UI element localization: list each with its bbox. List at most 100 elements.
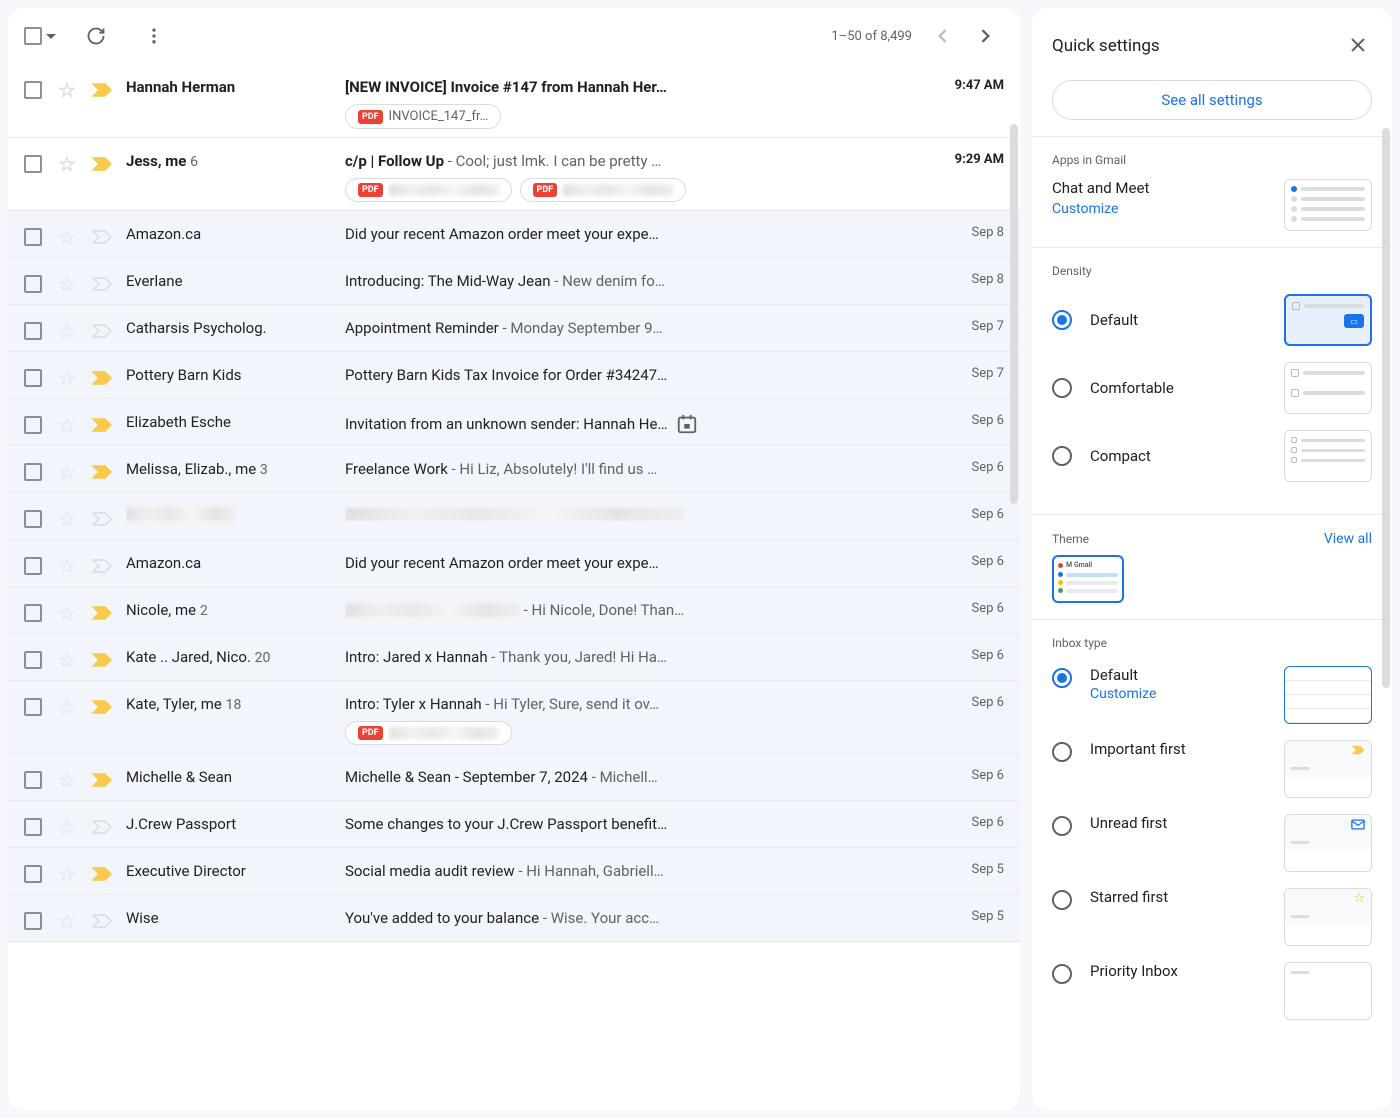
density-option[interactable]: Default▭ xyxy=(1052,294,1372,346)
email-content: Pottery Barn Kids Tax Invoice for Order … xyxy=(345,360,920,384)
row-checkbox[interactable] xyxy=(24,369,42,387)
row-checkbox[interactable] xyxy=(24,510,42,528)
importance-icon[interactable] xyxy=(92,418,112,432)
email-row[interactable]: ☆Elizabeth EscheInvitation from an unkno… xyxy=(8,399,1020,446)
importance-icon[interactable] xyxy=(92,559,112,573)
more-button[interactable] xyxy=(136,18,172,54)
subject-line: Introducing: The Mid-Way Jean - New deni… xyxy=(345,272,920,290)
close-settings-button[interactable] xyxy=(1344,28,1372,64)
row-checkbox[interactable] xyxy=(24,275,42,293)
inbox-type-option[interactable]: DefaultCustomize xyxy=(1052,666,1372,724)
email-row[interactable]: ☆Jess, me 6c/p | Follow Up - Cool; just … xyxy=(8,138,1020,211)
email-row[interactable]: ☆ Everlane Introducing: The Mid-Way Jean -… xyxy=(8,258,1020,305)
star-icon[interactable]: ☆ xyxy=(58,366,76,390)
attachment-chip[interactable]: PDF xyxy=(345,178,512,202)
email-list[interactable]: ☆Hannah Herman[NEW INVOICE] Invoice #147… xyxy=(8,64,1020,1110)
importance-icon[interactable] xyxy=(92,653,112,667)
importance-icon[interactable] xyxy=(92,606,112,620)
star-icon[interactable]: ☆ xyxy=(58,507,76,531)
inbox-type-option[interactable]: Starred first☆ xyxy=(1052,888,1372,946)
refresh-button[interactable] xyxy=(78,18,114,54)
email-row[interactable]: ☆Melissa, Elizab., me 3Freelance Work - … xyxy=(8,446,1020,493)
email-row[interactable]: ☆Executive DirectorSocial media audit re… xyxy=(8,848,1020,895)
email-row[interactable]: ☆Hannah Herman[NEW INVOICE] Invoice #147… xyxy=(8,64,1020,138)
email-row[interactable]: ☆Catharsis Psycholog.Appointment Reminde… xyxy=(8,305,1020,352)
email-row[interactable]: ☆Kate .. Jared, Nico. 20Intro: Jared x H… xyxy=(8,634,1020,681)
row-checkbox[interactable] xyxy=(24,463,42,481)
row-checkbox[interactable] xyxy=(24,865,42,883)
sender: Everlane xyxy=(126,266,331,290)
see-all-settings-button[interactable]: See all settings xyxy=(1052,80,1372,120)
importance-icon[interactable] xyxy=(92,820,112,834)
star-icon[interactable]: ☆ xyxy=(58,152,76,176)
attachment-chip[interactable]: PDF xyxy=(345,721,512,745)
density-option[interactable]: Comfortable xyxy=(1052,362,1372,414)
theme-thumbnail[interactable]: M Gmail xyxy=(1052,555,1124,603)
importance-icon[interactable] xyxy=(92,371,112,385)
attachment-chip[interactable]: PDFINVOICE_147_fr… xyxy=(345,104,501,129)
importance-icon[interactable] xyxy=(92,512,112,526)
importance-icon[interactable] xyxy=(92,83,112,97)
row-checkbox[interactable] xyxy=(24,322,42,340)
view-all-themes-link[interactable]: View all xyxy=(1324,531,1372,547)
row-checkbox[interactable] xyxy=(24,698,42,716)
importance-icon[interactable] xyxy=(92,773,112,787)
importance-icon[interactable] xyxy=(92,700,112,714)
email-row[interactable]: ☆Amazon.caDid your recent Amazon order m… xyxy=(8,540,1020,587)
star-icon[interactable]: ☆ xyxy=(58,862,76,886)
row-checkbox[interactable] xyxy=(24,651,42,669)
density-option[interactable]: Compact xyxy=(1052,430,1372,482)
row-checkbox[interactable] xyxy=(24,81,42,99)
star-icon[interactable]: ☆ xyxy=(58,648,76,672)
star-icon[interactable]: ☆ xyxy=(58,768,76,792)
select-all[interactable] xyxy=(24,27,56,45)
email-row[interactable]: ☆Pottery Barn KidsPottery Barn Kids Tax … xyxy=(8,352,1020,399)
row-checkbox[interactable] xyxy=(24,818,42,836)
row-checkbox[interactable] xyxy=(24,557,42,575)
star-icon[interactable]: ☆ xyxy=(58,460,76,484)
star-icon[interactable]: ☆ xyxy=(58,225,76,249)
star-icon[interactable]: ☆ xyxy=(58,695,76,719)
scrollbar[interactable] xyxy=(1010,124,1018,504)
star-icon[interactable]: ☆ xyxy=(58,272,76,296)
email-row[interactable]: ☆Kate, Tyler, me 18Intro: Tyler x Hannah… xyxy=(8,681,1020,754)
star-icon[interactable]: ☆ xyxy=(58,78,76,102)
row-checkbox[interactable] xyxy=(24,771,42,789)
importance-icon[interactable] xyxy=(92,867,112,881)
importance-icon[interactable] xyxy=(92,465,112,479)
subject-line: Invitation from an unknown sender: Hanna… xyxy=(345,413,920,435)
sender: J.Crew Passport xyxy=(126,809,331,833)
importance-icon[interactable] xyxy=(92,324,112,338)
email-row[interactable]: ☆J.Crew PassportSome changes to your J.C… xyxy=(8,801,1020,848)
prev-page-button[interactable] xyxy=(924,18,960,54)
star-icon[interactable]: ☆ xyxy=(58,413,76,437)
email-row[interactable]: ☆Nicole, me 2 - Hi Nicole, Done! Than…Se… xyxy=(8,587,1020,634)
email-row[interactable]: ☆Amazon.caDid your recent Amazon order m… xyxy=(8,211,1020,258)
next-page-button[interactable] xyxy=(968,18,1004,54)
importance-icon[interactable] xyxy=(92,230,112,244)
inbox-customize-link[interactable]: Customize xyxy=(1090,686,1266,702)
email-row[interactable]: ☆Sep 6 xyxy=(8,493,1020,540)
star-icon[interactable]: ☆ xyxy=(58,815,76,839)
email-row[interactable]: ☆WiseYou've added to your balance - Wise… xyxy=(8,895,1020,942)
inbox-type-option[interactable]: Priority Inbox xyxy=(1052,962,1372,1020)
customize-chat-link[interactable]: Customize xyxy=(1052,201,1149,217)
attachment-chip[interactable]: PDF xyxy=(520,178,687,202)
inbox-type-option[interactable]: Unread first xyxy=(1052,814,1372,872)
row-checkbox[interactable] xyxy=(24,228,42,246)
importance-icon[interactable] xyxy=(92,277,112,291)
importance-icon[interactable] xyxy=(92,914,112,928)
star-icon[interactable]: ☆ xyxy=(58,909,76,933)
row-checkbox[interactable] xyxy=(24,155,42,173)
star-icon[interactable]: ☆ xyxy=(58,601,76,625)
row-checkbox[interactable] xyxy=(24,604,42,622)
email-content xyxy=(345,501,920,521)
row-checkbox[interactable] xyxy=(24,912,42,930)
row-checkbox[interactable] xyxy=(24,416,42,434)
email-row[interactable]: ☆Michelle & SeanMichelle & Sean - Septem… xyxy=(8,754,1020,801)
inbox-type-option[interactable]: Important first xyxy=(1052,740,1372,798)
star-icon[interactable]: ☆ xyxy=(58,554,76,578)
importance-icon[interactable] xyxy=(92,157,112,171)
star-icon[interactable]: ☆ xyxy=(58,319,76,343)
settings-scrollbar[interactable] xyxy=(1382,128,1390,688)
